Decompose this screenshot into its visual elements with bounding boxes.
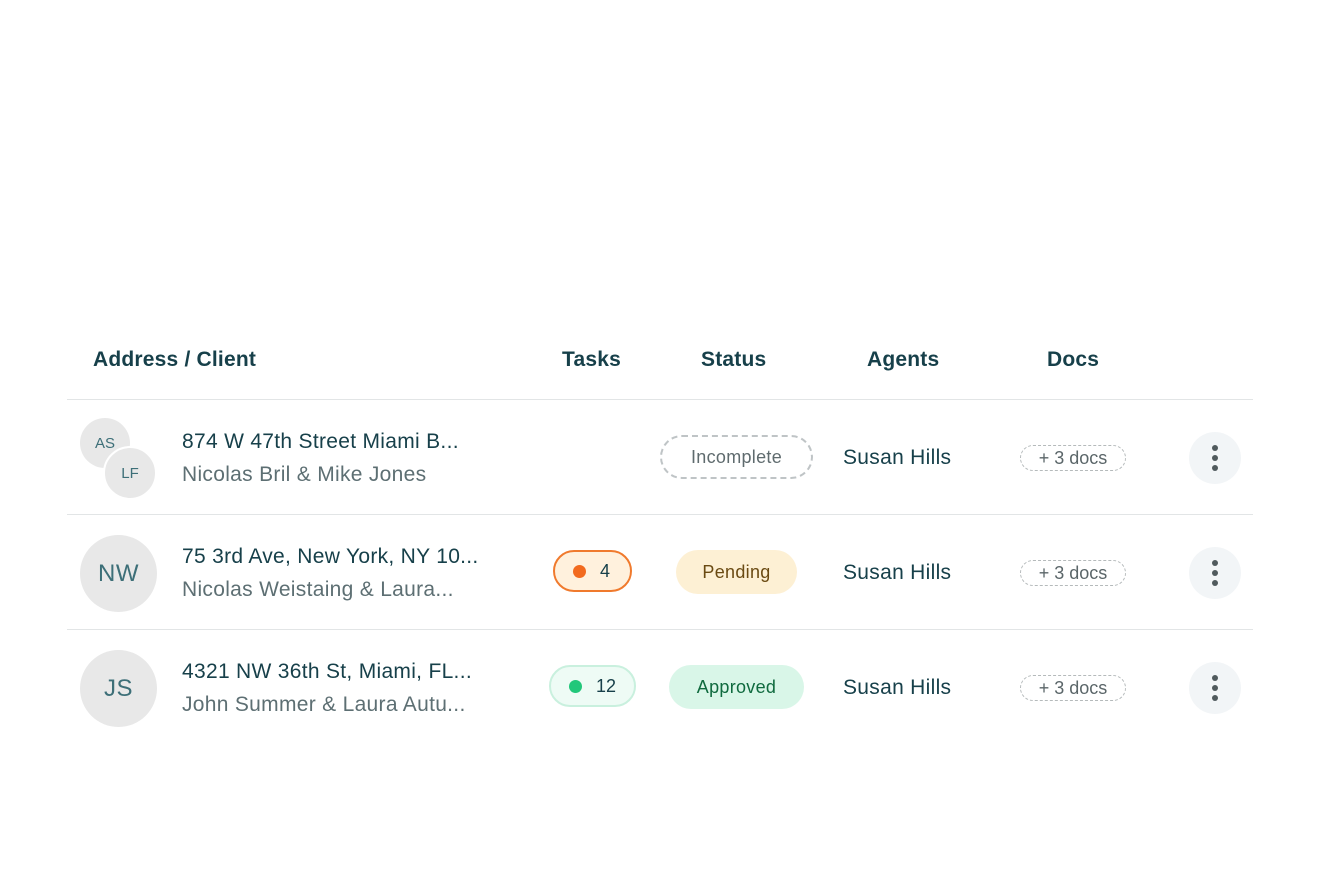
tasks-badge[interactable]: 4 [553,550,632,592]
avatar: JS [80,650,157,727]
docs-badge[interactable]: + 3 docs [1020,560,1126,586]
property-address[interactable]: 75 3rd Ave, New York, NY 10... [182,545,479,569]
docs-badge[interactable]: + 3 docs [1020,675,1126,701]
agent-name: Susan Hills [843,446,952,469]
docs-badge[interactable]: + 3 docs [1020,445,1126,471]
tasks-count: 12 [596,675,617,696]
more-vertical-icon[interactable] [1189,432,1241,484]
status-badge: Incomplete [660,435,813,479]
table-row[interactable]: JS 4321 NW 36th St, Miami, FL... John Su… [67,630,1253,744]
avatar: NW [80,535,157,612]
column-header-address-client[interactable]: Address / Client [93,348,256,372]
client-names: Nicolas Bril & Mike Jones [182,463,427,486]
table-row[interactable]: NW 75 3rd Ave, New York, NY 10... Nicola… [67,515,1253,630]
tasks-count: 4 [600,560,611,581]
column-header-docs[interactable]: Docs [1047,348,1099,372]
page: Address / Client Tasks Status Agents Doc… [0,0,1320,880]
status-dot-icon [573,564,586,578]
more-vertical-icon[interactable] [1189,662,1241,714]
transactions-table: Address / Client Tasks Status Agents Doc… [67,320,1253,744]
column-header-tasks[interactable]: Tasks [562,348,621,372]
tasks-badge[interactable]: 12 [549,665,636,707]
column-header-status[interactable]: Status [701,348,766,372]
status-badge: Approved [669,665,804,709]
status-dot-icon [569,679,582,693]
more-vertical-icon[interactable] [1189,547,1241,599]
column-header-agents[interactable]: Agents [867,348,939,372]
client-names: Nicolas Weistaing & Laura... [182,578,454,601]
client-names: John Summer & Laura Autu... [182,693,466,716]
avatar: LF [103,446,157,500]
table-header: Address / Client Tasks Status Agents Doc… [67,320,1253,400]
property-address[interactable]: 874 W 47th Street Miami B... [182,430,459,454]
table-row[interactable]: AS LF 874 W 47th Street Miami B... Nicol… [67,400,1253,515]
agent-name: Susan Hills [843,676,952,699]
property-address[interactable]: 4321 NW 36th St, Miami, FL... [182,660,472,684]
status-badge: Pending [676,550,797,594]
agent-name: Susan Hills [843,561,952,584]
